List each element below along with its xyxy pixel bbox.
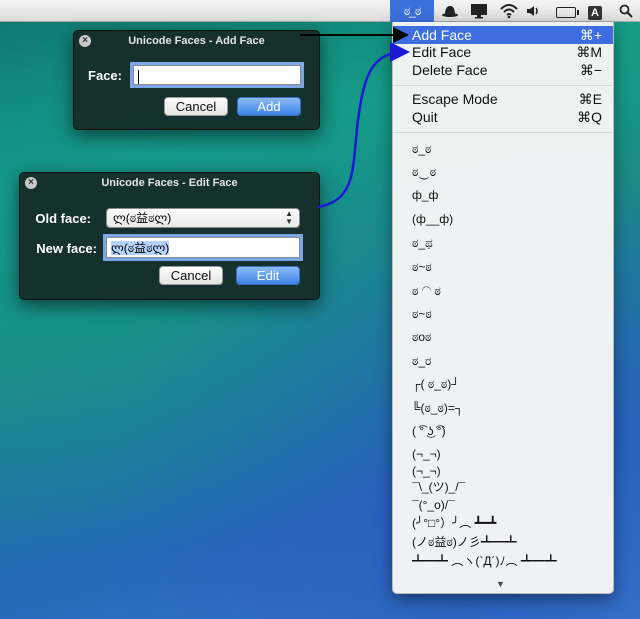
faces-dropdown-menu: Add Face ⌘+ Edit Face ⌘M Delete Face ⌘− Esc… bbox=[392, 22, 614, 594]
face-item[interactable]: ¯(°_o)/¯ bbox=[412, 496, 455, 514]
popup-arrows-icon: ▲ ▼ bbox=[285, 209, 293, 226]
face-item[interactable]: ╚(ಠ_ಠ)=┐ bbox=[412, 399, 463, 417]
menu-separator bbox=[393, 85, 613, 86]
unicode-faces-status-item[interactable]: ಠ_ಠ bbox=[390, 0, 434, 22]
old-face-label: Old face: bbox=[35, 211, 91, 226]
close-icon[interactable]: × bbox=[79, 35, 91, 47]
menu-item-edit-face[interactable]: Edit Face ⌘M bbox=[393, 43, 613, 61]
face-item[interactable]: ಠ_ರ bbox=[412, 352, 431, 370]
cancel-button[interactable]: Cancel bbox=[164, 97, 228, 116]
face-item[interactable]: ( ͡° ͜ʖ ͡°) bbox=[412, 422, 446, 440]
display-icon[interactable] bbox=[468, 0, 490, 22]
close-icon[interactable]: × bbox=[25, 177, 37, 189]
battery-icon[interactable] bbox=[553, 0, 579, 22]
add-button[interactable]: Add bbox=[237, 97, 301, 116]
new-face-input[interactable]: ლ(ಠ益ಠლ) bbox=[106, 237, 300, 258]
wifi-icon[interactable] bbox=[498, 0, 520, 22]
window-titlebar: × Unicode Faces - Edit Face bbox=[20, 173, 319, 193]
face-label: Face: bbox=[88, 68, 122, 83]
spotlight-search-icon[interactable] bbox=[616, 0, 636, 22]
face-item[interactable]: ಠoಠ bbox=[412, 328, 431, 346]
bowler-hat-icon[interactable] bbox=[440, 0, 460, 22]
face-item[interactable]: ┻━┻ ︵ヽ(`Д´)ﾉ︵ ┻━┻ bbox=[412, 552, 557, 570]
face-item[interactable]: ф_ф bbox=[412, 186, 438, 204]
menu-item-escape-mode[interactable]: Escape Mode ⌘E bbox=[393, 90, 613, 108]
face-item[interactable]: ಠ ◠ ಠ bbox=[412, 282, 441, 300]
volume-icon[interactable] bbox=[525, 0, 543, 22]
face-item[interactable]: ¯\_(ツ)_/¯ bbox=[412, 478, 465, 496]
window-title: Unicode Faces - Edit Face bbox=[101, 177, 238, 189]
edit-button[interactable]: Edit bbox=[236, 266, 300, 285]
old-face-popup[interactable]: ლ(ಠ益ಠლ) ▲ ▼ bbox=[106, 208, 300, 228]
menu-item-add-face[interactable]: Add Face ⌘+ bbox=[393, 26, 613, 44]
face-item[interactable]: ┌( ಠ_ಠ)┘ bbox=[412, 375, 460, 393]
menu-bar: ಠ_ಠ A bbox=[0, 0, 640, 22]
face-item[interactable]: (ф__ф) bbox=[412, 210, 453, 228]
new-face-label: New face: bbox=[36, 241, 97, 256]
edit-face-window: × Unicode Faces - Edit Face Old face: ლ(… bbox=[19, 172, 320, 300]
add-face-window: × Unicode Faces - Add Face Face: Cancel … bbox=[73, 30, 320, 130]
face-item[interactable]: ಠ~ಠ bbox=[412, 305, 432, 323]
face-item[interactable]: (¬_¬) bbox=[412, 445, 441, 463]
window-titlebar: × Unicode Faces - Add Face bbox=[74, 31, 319, 51]
cancel-button[interactable]: Cancel bbox=[159, 266, 223, 285]
face-item[interactable]: ಠ~ಠ bbox=[412, 258, 432, 276]
face-item[interactable]: ಠ_ಠ bbox=[412, 140, 431, 158]
face-item[interactable]: (ノಠ益ಠ)ノ彡┻━┻ bbox=[412, 533, 517, 551]
menu-item-quit[interactable]: Quit ⌘Q bbox=[393, 108, 613, 126]
scroll-down-arrow-icon[interactable]: ▼ bbox=[496, 579, 505, 589]
face-item[interactable]: ಠ‿ಠ bbox=[412, 163, 436, 181]
input-source-icon[interactable]: A bbox=[586, 0, 604, 22]
face-item[interactable]: (╯°□°）╯︵ ┻━┻ bbox=[412, 514, 496, 532]
window-title: Unicode Faces - Add Face bbox=[128, 35, 265, 47]
menu-item-delete-face[interactable]: Delete Face ⌘− bbox=[393, 61, 613, 79]
face-item[interactable]: ಠ_ಥ bbox=[412, 234, 433, 252]
menu-separator bbox=[393, 132, 613, 133]
face-input[interactable] bbox=[133, 65, 301, 85]
